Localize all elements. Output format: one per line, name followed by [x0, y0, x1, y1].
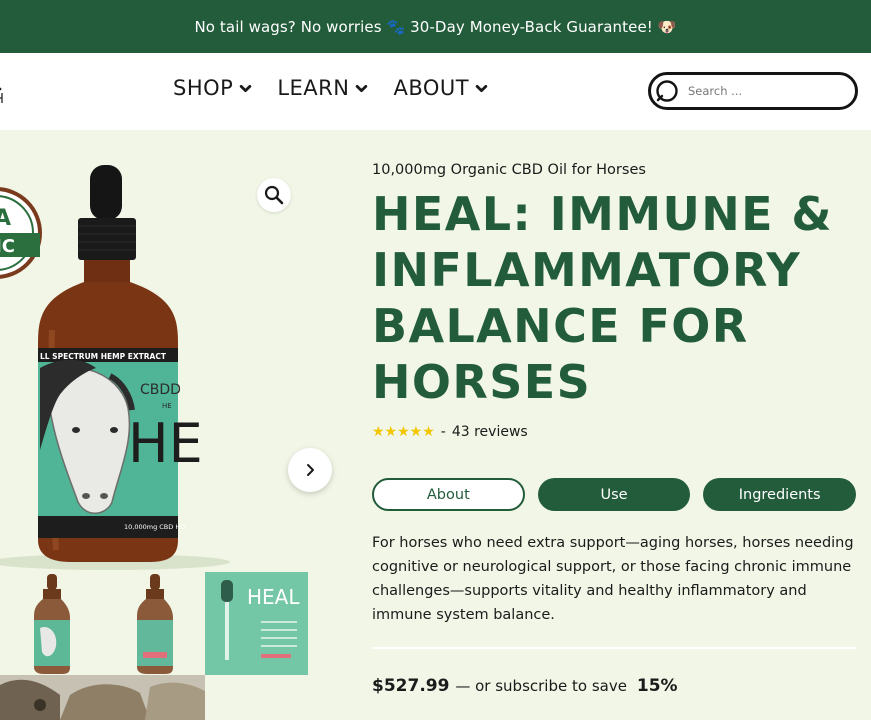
main-nav: SHOP LEARN ABOUT	[173, 76, 513, 100]
gallery-thumbnail-active[interactable]: HEAL	[205, 572, 308, 675]
product-tabs: About Use Ingredients	[372, 478, 856, 511]
tab-use[interactable]: Use	[537, 478, 691, 511]
product-subtitle: 10,000mg Organic CBD Oil for Horses	[372, 162, 646, 178]
nav-about-label: ABOUT	[393, 76, 470, 100]
nav-learn[interactable]: LEARN	[277, 76, 368, 100]
seal-text-1: A	[0, 206, 11, 231]
announcement-bar: No tail wags? No worries 🐾 30-Day Money-…	[0, 0, 871, 53]
thumb-title: HEAL	[247, 585, 300, 609]
bottle-mg-text: 10,000mg CBD HO	[124, 523, 185, 531]
brand-fragment: CBDD	[140, 382, 181, 398]
subscribe-text: — or subscribe to save	[455, 677, 627, 695]
product-title: HEAL: IMMUNE & INFLAMMATORY BALANCE FOR …	[372, 187, 833, 409]
tab-about[interactable]: About	[372, 478, 525, 511]
rating-separator: -	[440, 424, 446, 440]
bottle-heal-text: HE	[128, 412, 203, 475]
chevron-down-icon	[475, 84, 488, 92]
announcement-text: No tail wags? No worries 🐾 30-Day Money-…	[194, 17, 677, 36]
price-line: $527.99 — or subscribe to save 15%	[372, 676, 678, 696]
gallery-thumbnail[interactable]	[103, 572, 206, 675]
site-header: SHOP LEARN ABOUT	[0, 53, 871, 130]
nav-learn-label: LEARN	[277, 76, 350, 100]
next-image-button[interactable]	[288, 448, 332, 492]
price-amount: $527.99	[372, 676, 450, 696]
product-description: For horses who need extra support—aging …	[372, 535, 854, 623]
nav-about[interactable]: ABOUT	[393, 76, 488, 100]
zoom-button[interactable]	[257, 178, 291, 212]
gallery-photo-thumbnail[interactable]	[0, 675, 205, 720]
organic-seal: A NIC	[0, 187, 42, 279]
search-icon[interactable]	[655, 79, 681, 105]
review-count-link[interactable]: 43 reviews	[452, 424, 528, 440]
tab-ingredients[interactable]: Ingredients	[703, 478, 856, 511]
seal-text-2: NIC	[0, 236, 15, 257]
search-box[interactable]	[648, 72, 858, 110]
magnifier-icon	[264, 185, 284, 205]
rating-stars: ★★★★★	[372, 424, 435, 440]
save-percent: 15%	[636, 676, 678, 696]
chevron-down-icon	[356, 84, 368, 92]
divider	[372, 647, 856, 649]
site-logo[interactable]	[0, 79, 6, 109]
brand-fragment-2: HE	[162, 402, 172, 410]
search-input[interactable]	[688, 80, 848, 102]
product-gallery: A NIC LL SPECTRUM HEMP EXTRACT 10,000mg …	[0, 130, 340, 720]
nav-shop-label: SHOP	[173, 76, 234, 100]
chevron-right-icon	[307, 464, 314, 476]
nav-shop[interactable]: SHOP	[173, 76, 252, 100]
gallery-thumbnail[interactable]	[0, 572, 103, 675]
product-rating[interactable]: ★★★★★ - 43 reviews	[372, 424, 528, 440]
label-band-text: LL SPECTRUM HEMP EXTRACT	[40, 352, 167, 361]
chevron-down-icon	[240, 84, 252, 92]
